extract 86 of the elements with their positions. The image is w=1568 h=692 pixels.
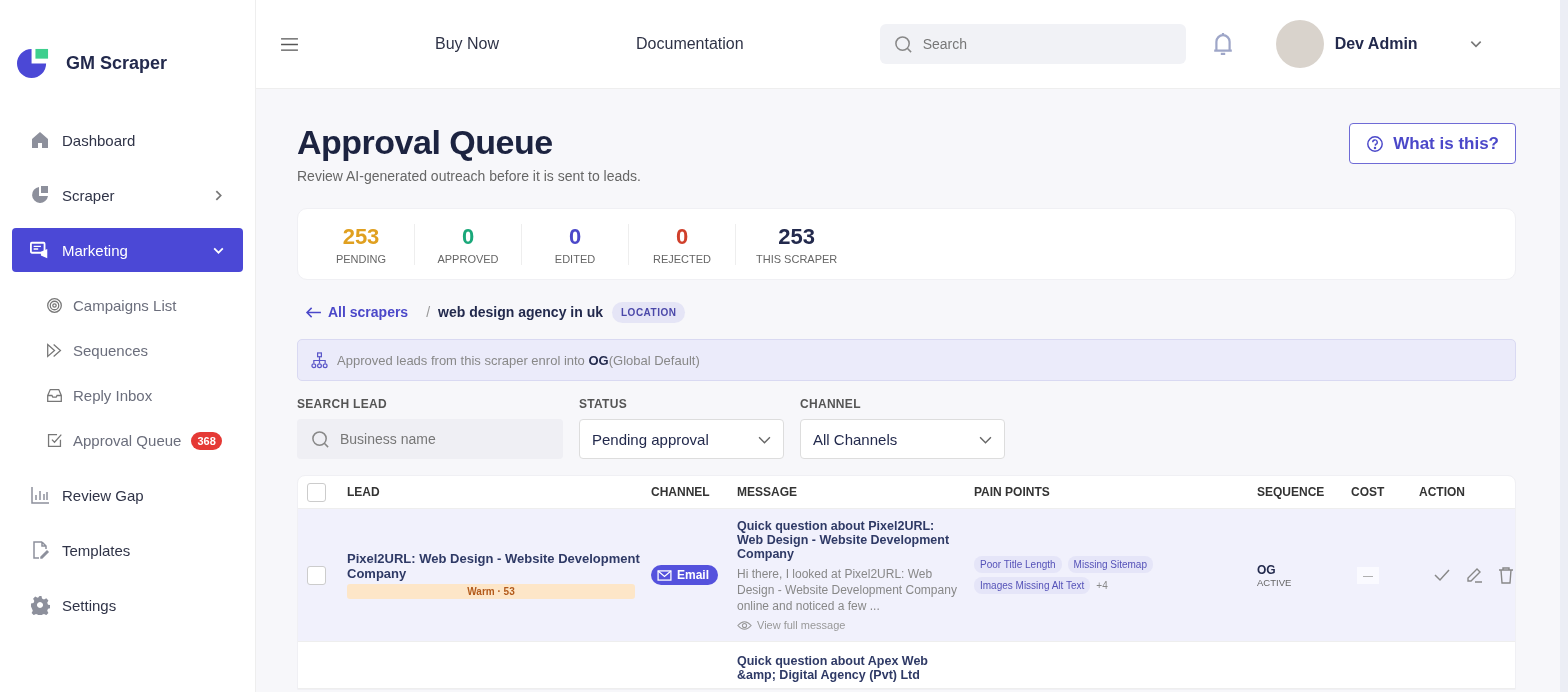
pain-point-tag: Poor Title Length <box>974 556 1062 573</box>
sidebar-item[interactable]: Marketing <box>12 228 243 272</box>
dropdown[interactable]: Pending approval <box>579 419 784 459</box>
channel-badge: Email <box>651 565 718 585</box>
nav-link[interactable]: Documentation <box>636 35 744 53</box>
column-header: PAIN POINTS <box>974 485 1050 499</box>
billboard-megaphone-icon <box>30 240 50 260</box>
stat-label: REJECTED <box>652 252 712 265</box>
pain-point-tag: Images Missing Alt Text <box>974 577 1091 594</box>
column-header: ACTION <box>1419 485 1465 499</box>
fast-forward-icon <box>46 342 63 359</box>
checked-square-icon <box>46 432 63 449</box>
sidebar-subitem[interactable]: Sequences <box>0 328 255 373</box>
stat-value: 0 <box>568 223 582 250</box>
search-icon <box>311 430 330 449</box>
sidebar-item[interactable]: Dashboard <box>12 118 243 162</box>
dropdown[interactable]: All Channels <box>800 419 1005 459</box>
sidebar-item[interactable]: Scraper <box>12 173 243 217</box>
document-pen-icon <box>30 540 50 560</box>
filter-label: STATUS <box>579 397 629 411</box>
column-header: MESSAGE <box>737 485 797 499</box>
hierarchy-icon <box>311 351 328 369</box>
page-title: Approval Queue <box>297 123 554 162</box>
eye-icon <box>737 619 752 631</box>
message-preview: Hi there, I looked at Pixel2URL: Web Design - Website Development Company online and noticed a few ... <box>737 565 958 615</box>
message-subject: Quick question about Apex Web &amp; Digital Agency (Pvt) Ltd <box>737 654 929 682</box>
app-name: GM Scraper <box>66 52 168 74</box>
sidebar-item[interactable]: Templates <box>12 528 243 572</box>
sidebar-subitem[interactable]: Campaigns List <box>0 283 255 328</box>
nav-link[interactable]: Buy Now <box>435 35 500 53</box>
home-icon <box>30 130 50 150</box>
filter-label: SEARCH LEAD <box>297 397 388 411</box>
breadcrumb-current: web design agency in uk <box>438 304 603 320</box>
stat-value: 0 <box>461 223 475 250</box>
question-icon <box>1366 134 1385 153</box>
target-icon <box>46 297 63 314</box>
column-header: LEAD <box>347 485 380 499</box>
column-header: COST <box>1351 485 1385 499</box>
message-subject: Quick question about Pixel2URL: Web Design - Website Development Company <box>737 518 951 561</box>
stat-label: THIS SCRAPER <box>756 252 838 265</box>
column-header: SEQUENCE <box>1257 485 1325 499</box>
stat-value: 253 <box>342 223 380 250</box>
notification-bell-icon[interactable] <box>1211 30 1234 58</box>
stat-value: 0 <box>675 223 689 250</box>
arrow-left-icon <box>305 305 322 319</box>
stat-label: APPROVED <box>437 252 499 265</box>
type-tag: LOCATION <box>612 301 686 323</box>
lead-score-badge: Warm · 53 <box>347 584 635 599</box>
sidebar-item[interactable]: Settings <box>12 583 243 627</box>
column-header: CHANNEL <box>651 485 710 499</box>
more-count: +4 <box>1096 580 1108 591</box>
breadcrumb-separator: / <box>426 304 431 320</box>
checkbox[interactable] <box>307 482 326 502</box>
table-row[interactable]: Quick question about Apex Web &amp; Digital Agency (Pvt) Ltd <box>298 642 1515 689</box>
search-icon <box>893 35 913 54</box>
user-name[interactable]: Dev Admin <box>1334 35 1469 53</box>
trash-icon[interactable] <box>1497 566 1515 584</box>
pain-point-tag: Missing Sitemap <box>1067 556 1153 573</box>
filter-label: CHANNEL <box>800 397 862 411</box>
bar-chart-icon <box>30 485 50 505</box>
cost-value: — <box>1357 566 1379 584</box>
settings-icon <box>30 595 50 615</box>
checkbox[interactable] <box>307 565 326 585</box>
pie-chart-icon <box>30 185 50 205</box>
sidebar-subitem[interactable]: Approval Queue 368 <box>0 418 255 463</box>
back-link[interactable]: All scrapers <box>305 304 409 320</box>
stat-value: 253 <box>778 223 815 250</box>
notice-text: Approved leads from this scraper enrol into OG(Global Default) <box>337 352 700 368</box>
lead-search-field[interactable]: Business name <box>297 419 563 459</box>
sidebar-item[interactable]: Review Gap <box>12 473 243 517</box>
sequence-status: ACTIVE <box>1257 576 1292 588</box>
logo-icon <box>17 46 50 80</box>
menu-icon[interactable] <box>281 36 298 52</box>
stat-label: PENDING <box>335 252 387 265</box>
count-badge: 368 <box>191 431 222 450</box>
lead-name: Pixel2URL: Web Design - Website Development Company <box>347 551 641 581</box>
help-button[interactable]: What is this? <box>1349 123 1516 164</box>
table-row[interactable] <box>298 509 1515 642</box>
mail-icon <box>657 569 672 581</box>
page-subtitle: Review AI-generated outreach before it is sent to leads. <box>297 168 641 184</box>
sidebar-subitem[interactable]: Reply Inbox <box>0 373 255 418</box>
stat-label: EDITED <box>554 252 596 265</box>
inbox-icon <box>46 387 63 404</box>
sequence-name: OG <box>1257 562 1276 577</box>
search-field[interactable]: Search <box>879 24 1186 64</box>
edit-pencil-icon[interactable] <box>1465 566 1483 584</box>
